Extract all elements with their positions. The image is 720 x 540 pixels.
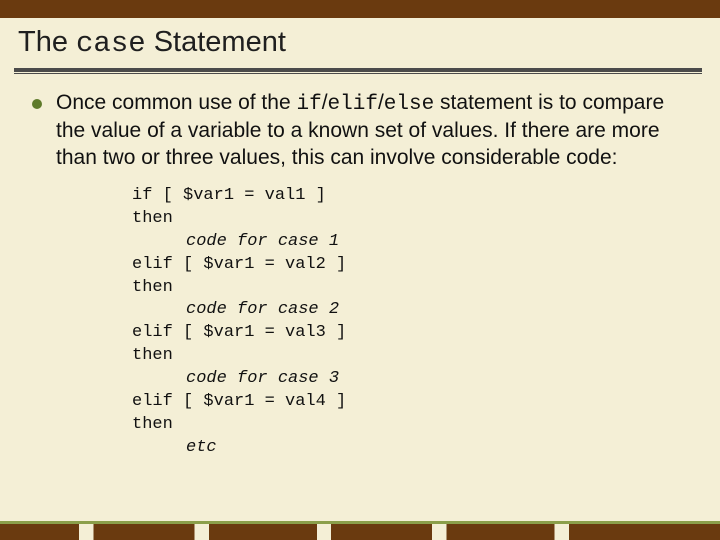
- bottom-bar: [0, 524, 720, 540]
- code-l10: elif [ $var1 = val4 ]: [132, 392, 346, 411]
- para-c3: else: [384, 93, 434, 116]
- para-c1: if: [296, 93, 321, 116]
- title-part1: The: [18, 26, 76, 58]
- content-area: Once common use of the if/elif/else stat…: [0, 74, 720, 460]
- top-bar: [0, 0, 720, 18]
- code-l04: elif [ $var1 = val2 ]: [132, 255, 346, 274]
- title-area: The case Statement: [0, 18, 720, 62]
- code-l12: etc: [132, 437, 217, 460]
- title-part2: Statement: [146, 26, 286, 58]
- code-l03: code for case 1: [132, 231, 339, 254]
- code-l08: then: [132, 346, 173, 365]
- code-l02: then: [132, 209, 173, 228]
- para-c2: elif: [328, 93, 378, 116]
- bullet-icon: [32, 99, 42, 109]
- code-block: if [ $var1 = val1 ] then code for case 1…: [132, 185, 688, 460]
- bullet-item: Once common use of the if/elif/else stat…: [32, 90, 688, 171]
- code-l11: then: [132, 415, 173, 434]
- para-p1: Once common use of the: [56, 91, 296, 114]
- code-l06: code for case 2: [132, 299, 339, 322]
- slide-title: The case Statement: [18, 26, 702, 60]
- bullet-text: Once common use of the if/elif/else stat…: [56, 90, 688, 171]
- code-l01: if [ $var1 = val1 ]: [132, 186, 326, 205]
- slide: The case Statement Once common use of th…: [0, 0, 720, 540]
- code-l07: elif [ $var1 = val3 ]: [132, 323, 346, 342]
- code-l09: code for case 3: [132, 368, 339, 391]
- title-code: case: [76, 27, 146, 60]
- code-l05: then: [132, 278, 173, 297]
